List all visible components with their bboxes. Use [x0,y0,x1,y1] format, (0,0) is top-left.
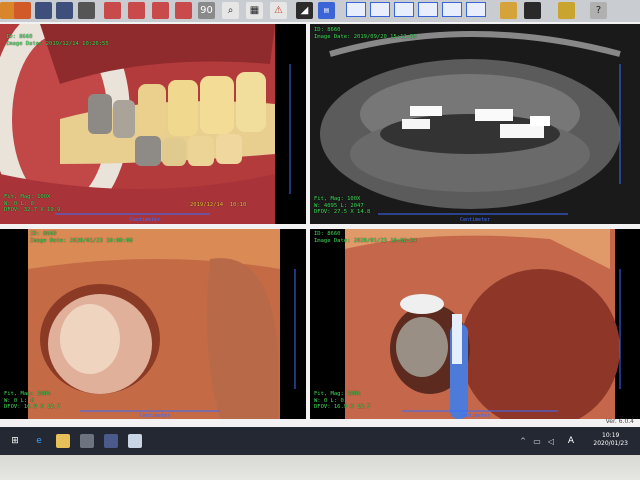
help-icon[interactable]: ? [590,2,607,19]
media-app-icon[interactable] [128,434,142,448]
tools-icon[interactable] [500,2,517,19]
panel-footer-info: Fit, Mag: 100% W: 0 L: 0 DFOV: 16.9 X 12… [314,391,371,410]
ruler-unit-label: Centimeter [140,413,171,419]
version-label: Ver. 6.0.4 [605,418,634,425]
photo-timestamp: 2019/12/14 10:10 [190,202,247,208]
panel-id: ID: 8660 [30,231,57,237]
grid-icon[interactable]: ▦ [246,2,263,19]
user-icon[interactable] [524,2,541,19]
image-panel-panoramic-xray[interactable]: ID: 8660 Image Date: 2019/09/20 15:11:55… [310,24,640,224]
ruler-unit-label: Centimeter [130,217,161,223]
mirror-icon[interactable] [152,2,169,19]
panel-id: ID: 8660 [6,34,33,40]
ime-indicator[interactable]: A [564,434,578,448]
panel-id: ID: 8660 [314,27,341,33]
layout-6-icon[interactable] [418,2,438,17]
monitor-bezel [0,455,640,480]
panel-footer-info: Fit, Mag: 100X W: 0 L: 0 DFOV: 32.7 X 19… [4,194,61,213]
save-icon[interactable] [35,2,52,19]
panel-footer-info: Fit, Mag: 100% W: 0 L: 0 DFOV: 16.9 X 12… [4,391,61,410]
panel-id: ID: 8660 [314,231,341,237]
image-panel-closeup-right[interactable]: ID: 8660 Image Date: 2020/01/23 10:02:24… [310,229,640,419]
clock-time: 10:19 [602,432,620,439]
zoom-fit-icon[interactable] [175,2,192,19]
save-as-icon[interactable] [56,2,73,19]
network-icon[interactable]: ▭ [530,434,544,448]
panel-image-date: Image Date: 2020/01/23 10:02:24 [314,238,417,244]
dental-app-icon[interactable] [80,434,94,448]
layout-12-icon[interactable] [466,2,486,17]
import-icon[interactable] [14,2,31,19]
image-panel-intraoral[interactable]: ID: 8660 Image Date: 2019/12/14 10:26:55… [0,24,306,224]
export-icon[interactable]: ▤ [318,2,335,19]
taskbar: ⊞ e ^ ▭ ◁ A 10:19 2020/01/23 [0,427,640,455]
panoramic-xray [310,24,640,224]
rotate-icon[interactable] [128,2,145,19]
image-panel-closeup-left[interactable]: ID: 8660 Image Date: 2020/01/23 10:00:08… [0,229,306,419]
ruler-unit-label: Centimeter [460,413,491,419]
start-button-icon[interactable]: ⊞ [8,434,22,448]
system-clock[interactable]: 10:19 2020/01/23 [593,432,628,448]
settings-icon[interactable] [558,2,575,19]
edge-browser-icon[interactable]: e [32,434,46,448]
search-icon[interactable]: ⌕ [222,2,239,19]
toolbar: 90 ⌕ ▦ ⚠ ◢ ▤ ? [0,0,640,23]
camera-app-icon[interactable] [104,434,118,448]
panel-footer-info: Fit, Mag: 100X W: 4095 L: 2047 DFOV: 27.… [314,196,371,215]
tray-chevron-icon[interactable]: ^ [516,434,530,448]
panel-image-date: Image Date: 2019/12/14 10:26:55 [6,41,109,47]
image-viewer: ID: 8660 Image Date: 2019/12/14 10:26:55… [0,22,640,427]
warning-icon[interactable]: ⚠ [270,2,287,19]
file-explorer-icon[interactable] [56,434,70,448]
layout-2-icon[interactable] [370,2,390,17]
panel-image-date: Image Date: 2020/01/23 10:00:08 [30,238,133,244]
clock-date: 2020/01/23 [593,440,628,447]
print-icon[interactable] [78,2,95,19]
contrast-icon[interactable]: ◢ [296,2,313,19]
layout-1-icon[interactable] [346,2,366,17]
layout-4-icon[interactable] [394,2,414,17]
rotate-90-icon[interactable]: 90 [198,2,215,19]
flip-icon[interactable] [104,2,121,19]
panel-image-date: Image Date: 2019/09/20 15:11:55 [314,34,417,40]
layout-9-icon[interactable] [442,2,462,17]
ruler-unit-label: Centimeter [460,217,491,223]
volume-icon[interactable]: ◁ [544,434,558,448]
